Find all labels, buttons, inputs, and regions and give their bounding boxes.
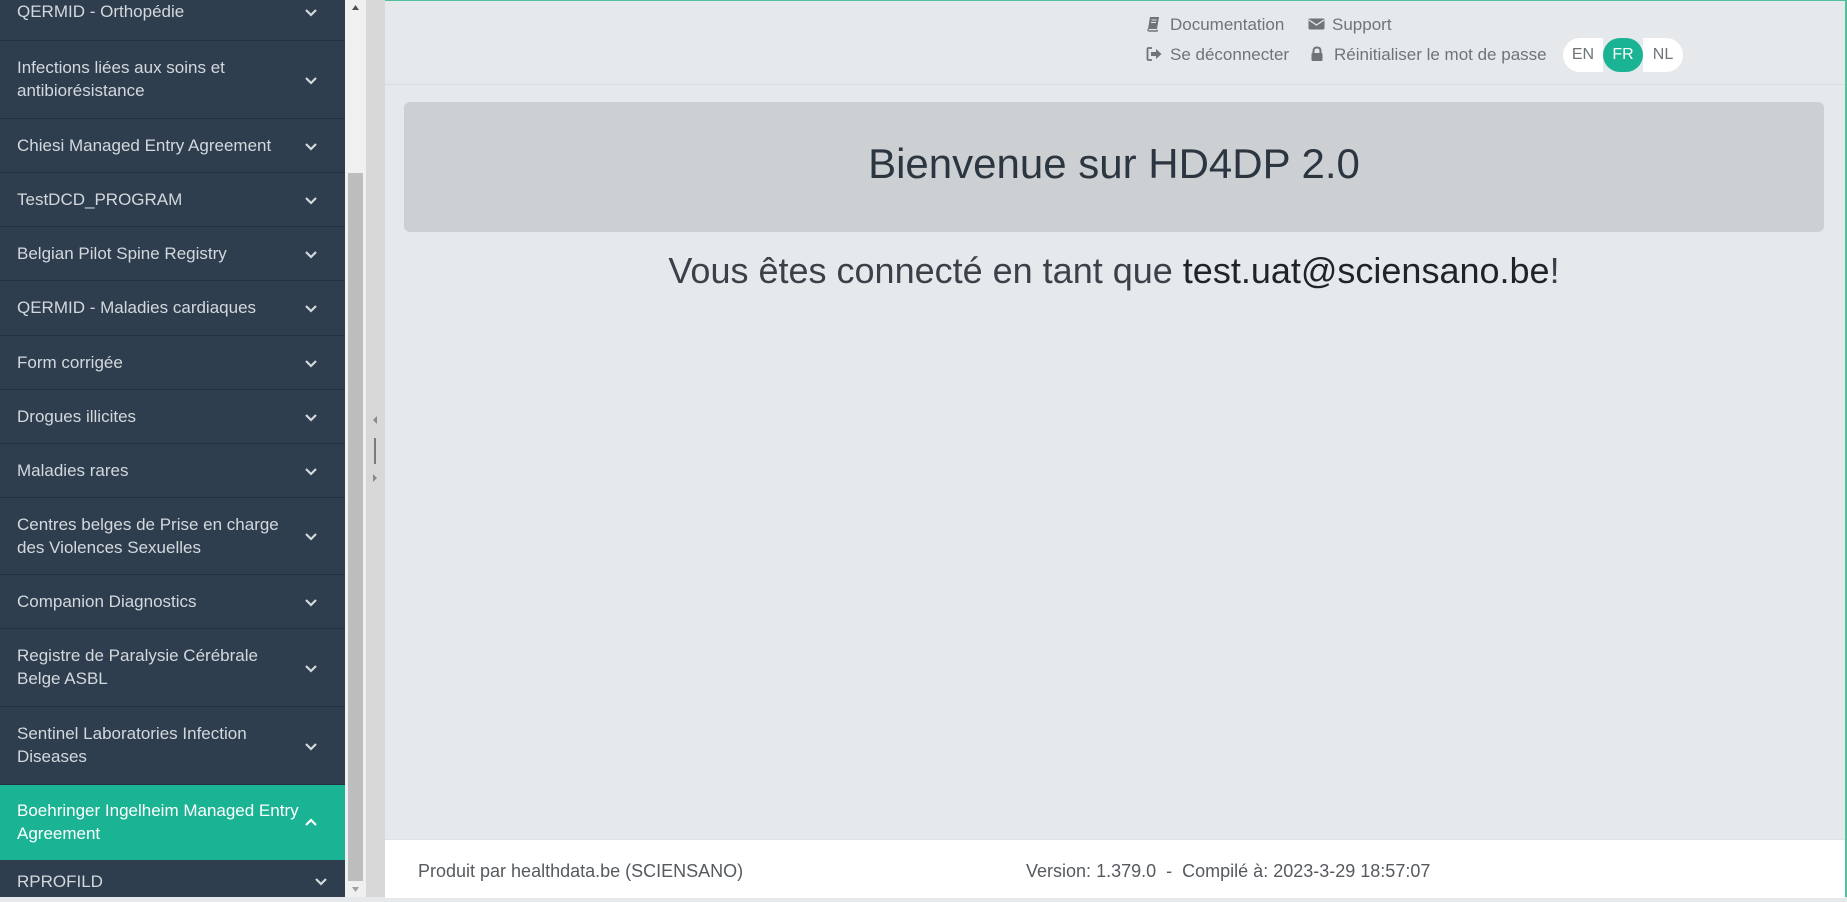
sidebar-item-rprofild[interactable]: RPROFILD bbox=[0, 860, 345, 897]
chevron-down-icon bbox=[303, 528, 319, 544]
connected-suffix: ! bbox=[1549, 250, 1560, 291]
sidebar-item-label: Registre de Paralysie Cérébrale Belge AS… bbox=[17, 646, 258, 688]
panel-splitter[interactable] bbox=[366, 0, 385, 897]
chevron-down-icon bbox=[303, 594, 319, 610]
envelope-icon bbox=[1308, 16, 1325, 32]
language-nl-button[interactable]: NL bbox=[1643, 38, 1683, 72]
header-divider bbox=[385, 84, 1845, 85]
sidebar-item-label: Infections liées aux soins et antibiorés… bbox=[17, 58, 225, 100]
produced-by-text: Produit par healthdata.be (SCIENSANO) bbox=[418, 861, 744, 881]
connected-prefix: Vous êtes connecté en tant que bbox=[668, 250, 1183, 291]
sidebar-item-sentinel-laboratories[interactable]: Sentinel Laboratories Infection Diseases bbox=[0, 707, 345, 785]
expand-right-icon[interactable] bbox=[371, 473, 379, 483]
compiled-label: Compilé à: bbox=[1182, 861, 1269, 881]
lock-icon bbox=[1310, 46, 1326, 62]
welcome-title: Bienvenue sur HD4DP 2.0 bbox=[868, 140, 1360, 187]
sidebar-item-maladies-rares[interactable]: Maladies rares bbox=[0, 444, 345, 498]
sidebar-item-violences-sexuelles[interactable]: Centres belges de Prise en charge des Vi… bbox=[0, 498, 345, 575]
sidebar-item-label: Drogues illicites bbox=[17, 407, 137, 426]
sidebar-item-label: Chiesi Managed Entry Agreement bbox=[17, 136, 272, 155]
connected-user-message: Vous êtes connecté en tant que test.uat@… bbox=[404, 248, 1824, 294]
sidebar-item-label: Sentinel Laboratories Infection Diseases bbox=[17, 724, 247, 766]
footer: Produit par healthdata.be (SCIENSANO) Ve… bbox=[385, 839, 1845, 898]
sidebar-item-paralysie-cerebrale[interactable]: Registre de Paralysie Cérébrale Belge AS… bbox=[0, 629, 345, 707]
chevron-down-icon bbox=[303, 409, 319, 425]
sidebar-item-label: Form corrigée bbox=[17, 353, 123, 372]
chevron-up-icon bbox=[303, 814, 319, 830]
window-top-border bbox=[385, 0, 1847, 1]
book-icon bbox=[1146, 16, 1162, 32]
sidebar-item-label: Boehringer Ingelheim Managed Entry Agree… bbox=[17, 801, 299, 843]
reset-password-link[interactable]: Réinitialiser le mot de passe bbox=[1310, 45, 1547, 65]
sidebar-item-label: Companion Diagnostics bbox=[17, 592, 197, 611]
welcome-banner: Bienvenue sur HD4DP 2.0 bbox=[404, 102, 1824, 232]
chevron-down-icon bbox=[303, 660, 319, 676]
sidebar-item-label: Belgian Pilot Spine Registry bbox=[17, 244, 227, 263]
sidebar-item-label: QERMID - Orthopédie bbox=[17, 2, 185, 21]
sidebar-scrollbar[interactable] bbox=[345, 0, 366, 897]
sidebar-item-drogues-illicites[interactable]: Drogues illicites bbox=[0, 390, 345, 444]
version-label: Version: bbox=[1026, 861, 1092, 881]
sidebar-item-infections[interactable]: Infections liées aux soins et antibiorés… bbox=[0, 41, 345, 119]
sidebar-item-boehringer-ingelheim[interactable]: Boehringer Ingelheim Managed Entry Agree… bbox=[0, 785, 345, 860]
chevron-down-icon bbox=[313, 873, 329, 889]
sidebar-item-qermid-cardiaques[interactable]: QERMID - Maladies cardiaques bbox=[0, 281, 345, 336]
user-email: test.uat@sciensano.be bbox=[1182, 250, 1550, 291]
support-label: Support bbox=[1332, 15, 1392, 34]
reset-password-label: Réinitialiser le mot de passe bbox=[1334, 45, 1547, 64]
sidebar-item-testdcd[interactable]: TestDCD_PROGRAM bbox=[0, 173, 345, 227]
sidebar-item-label: Maladies rares bbox=[17, 461, 129, 480]
sidebar-item-companion-diagnostics[interactable]: Companion Diagnostics bbox=[0, 575, 345, 629]
documentation-link[interactable]: Documentation bbox=[1146, 15, 1284, 35]
chevron-down-icon bbox=[303, 355, 319, 371]
chevron-down-icon bbox=[303, 138, 319, 154]
logout-link[interactable]: Se déconnecter bbox=[1146, 45, 1289, 65]
version-value: 1.379.0 bbox=[1096, 861, 1157, 881]
compiled-value: 2023-3-29 18:57:07 bbox=[1273, 861, 1431, 881]
language-en-button[interactable]: EN bbox=[1563, 38, 1603, 72]
scrollbar-thumb[interactable] bbox=[348, 173, 363, 881]
version-info: Version: 1.379.0 - Compilé à: 2023-3-29 … bbox=[1026, 860, 1430, 882]
chevron-down-icon bbox=[303, 72, 319, 88]
sidebar-item-label: QERMID - Maladies cardiaques bbox=[17, 298, 257, 317]
documentation-label: Documentation bbox=[1170, 15, 1285, 34]
chevron-down-icon bbox=[303, 192, 319, 208]
sidebar-item-form-corrigee[interactable]: Form corrigée bbox=[0, 336, 345, 390]
sidebar-item-label: Centres belges de Prise en charge des Vi… bbox=[17, 515, 279, 557]
chevron-down-icon bbox=[303, 246, 319, 262]
collapse-left-icon[interactable] bbox=[371, 415, 379, 425]
language-fr-button[interactable]: FR bbox=[1603, 38, 1643, 72]
support-link[interactable]: Support bbox=[1308, 15, 1392, 35]
sign-out-icon bbox=[1146, 46, 1162, 62]
logout-label: Se déconnecter bbox=[1170, 45, 1290, 64]
chevron-down-icon bbox=[303, 738, 319, 754]
sidebar-item-qermid-orthopedie[interactable]: QERMID - Orthopédie bbox=[0, 0, 345, 41]
chevron-down-icon bbox=[303, 4, 319, 20]
sidebar: QERMID - Orthopédie Infections liées aux… bbox=[0, 0, 345, 897]
splitter-grip[interactable] bbox=[374, 438, 376, 464]
scroll-up-arrow-icon[interactable] bbox=[345, 0, 366, 16]
chevron-down-icon bbox=[303, 463, 319, 479]
chevron-down-icon bbox=[303, 300, 319, 316]
scroll-down-arrow-icon[interactable] bbox=[345, 881, 366, 897]
sidebar-item-label: RPROFILD bbox=[17, 872, 103, 891]
sidebar-item-chiesi[interactable]: Chiesi Managed Entry Agreement bbox=[0, 119, 345, 173]
sidebar-item-belgian-pilot-spine[interactable]: Belgian Pilot Spine Registry bbox=[0, 227, 345, 281]
footer-separator: - bbox=[1166, 861, 1173, 881]
sidebar-item-label: TestDCD_PROGRAM bbox=[17, 190, 183, 209]
